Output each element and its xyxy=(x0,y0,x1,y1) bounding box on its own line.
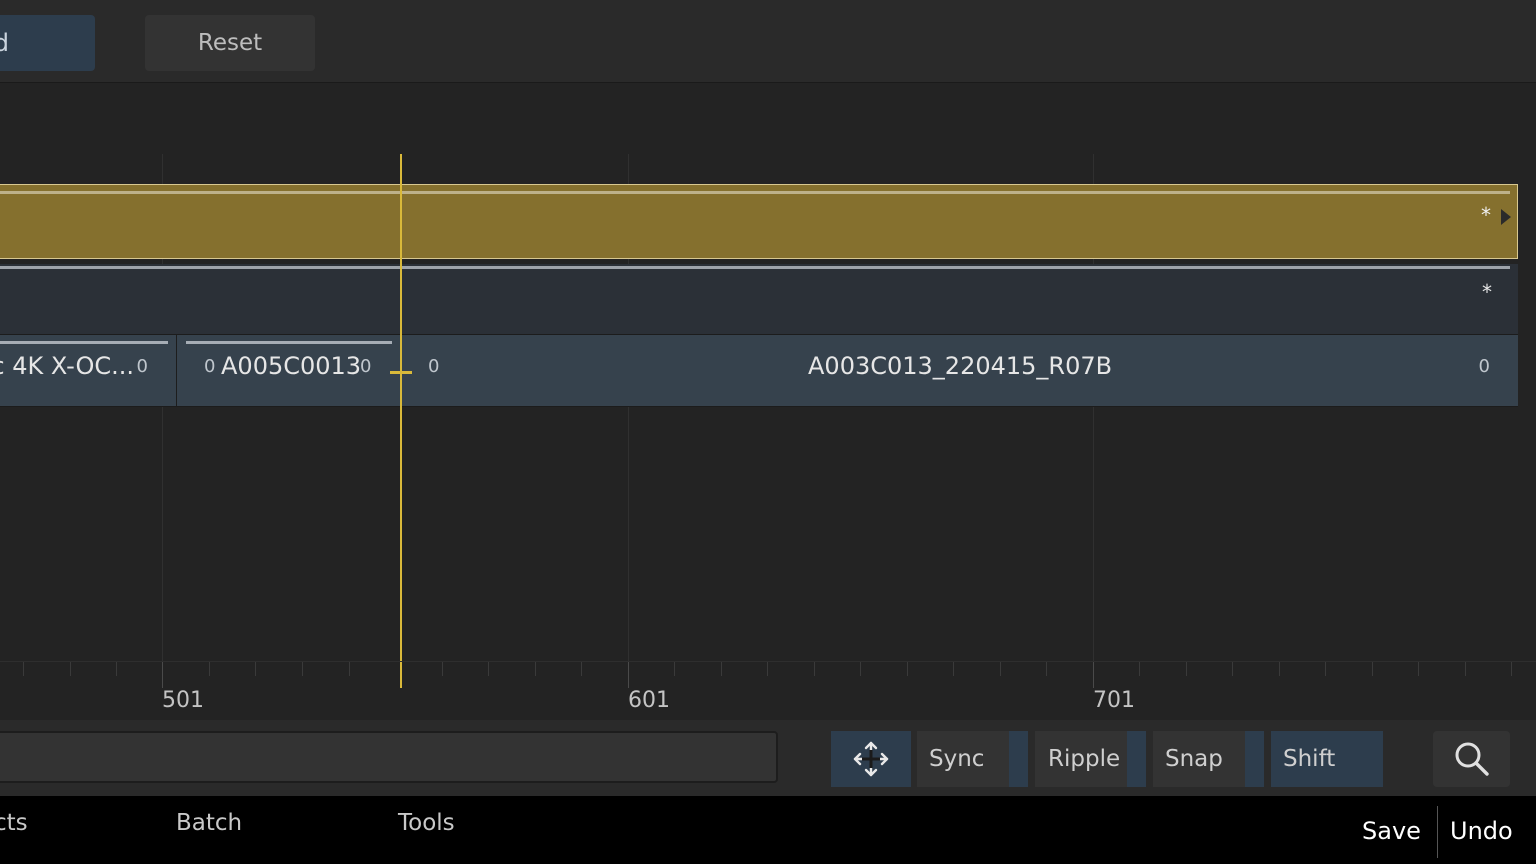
ruler-tick xyxy=(1372,662,1373,676)
ruler-tick xyxy=(1232,662,1233,676)
clip-in-value: 0 xyxy=(428,356,440,377)
timecode-ruler[interactable] xyxy=(0,661,1536,662)
clip-end-arrow-icon[interactable] xyxy=(1501,209,1511,225)
clip-top-line xyxy=(0,191,1510,194)
command-input[interactable] xyxy=(0,731,778,783)
clip-marker: * xyxy=(1481,203,1491,227)
audio-track: Sc 4K X-OC... 0 0 A005C0013 0 0 A003C013… xyxy=(0,334,1518,407)
ruler-tick xyxy=(70,662,71,676)
search-button[interactable] xyxy=(1433,731,1510,787)
ruler-tick xyxy=(349,662,350,676)
clip-top-line xyxy=(0,266,1510,269)
ruler-tick xyxy=(442,662,443,676)
ripple-button[interactable]: Ripple xyxy=(1035,731,1127,787)
ruler-label: 701 xyxy=(1093,688,1135,713)
ruler-tick xyxy=(721,662,722,676)
ruler-tick xyxy=(116,662,117,676)
ripple-toggle-indicator[interactable] xyxy=(1127,731,1146,787)
menu-item-tools[interactable]: Tools xyxy=(398,810,455,836)
ruler-tick xyxy=(767,662,768,676)
ruler-tick xyxy=(1325,662,1326,676)
ruler-tick xyxy=(1418,662,1419,676)
clip-out-value: 0 xyxy=(1478,356,1490,377)
sync-button[interactable]: Sync xyxy=(917,731,1009,787)
ruler-tick xyxy=(1139,662,1140,676)
ruler-tick xyxy=(1465,662,1466,676)
menu-item-effects[interactable]: cts xyxy=(0,810,28,836)
clip-in-value: 0 xyxy=(204,356,216,377)
audio-clip[interactable]: Sc 4K X-OC... 0 xyxy=(0,335,177,406)
shift-button[interactable]: Shift xyxy=(1271,731,1383,787)
ruler-tick xyxy=(1279,662,1280,676)
ruler-tick xyxy=(814,662,815,676)
ruler-tick xyxy=(255,662,256,676)
ruler-tick xyxy=(23,662,24,676)
ruler-tick xyxy=(907,662,908,676)
playhead[interactable] xyxy=(400,154,402,688)
audio-clip[interactable]: 0 A005C0013 0 xyxy=(177,335,401,406)
clip-name: Sc 4K X-OC... xyxy=(0,352,134,380)
ruler-tick xyxy=(488,662,489,676)
ruler-label: 501 xyxy=(162,688,204,713)
snap-button[interactable]: Snap xyxy=(1153,731,1245,787)
ruler-tick xyxy=(1093,662,1094,688)
playhead-marker xyxy=(390,371,412,374)
record-button[interactable]: Record xyxy=(0,15,95,71)
video-track-clip-v1[interactable]: * xyxy=(0,264,1518,334)
ruler-tick xyxy=(953,662,954,676)
snap-toggle-indicator[interactable] xyxy=(1245,731,1264,787)
ruler-tick xyxy=(860,662,861,676)
clip-out-value: 0 xyxy=(136,356,148,377)
video-track-clip-v2[interactable]: * xyxy=(0,184,1518,259)
move-icon xyxy=(853,741,889,777)
ruler-tick xyxy=(674,662,675,676)
ruler-tick xyxy=(209,662,210,676)
ruler-tick xyxy=(581,662,582,676)
sync-toggle-indicator[interactable] xyxy=(1009,731,1028,787)
menu-item-batch[interactable]: Batch xyxy=(176,810,242,836)
ruler-tick xyxy=(1511,662,1512,676)
ruler-tick xyxy=(302,662,303,676)
search-icon xyxy=(1455,742,1489,776)
clip-name: A003C013_220415_R07B xyxy=(808,352,1113,380)
ruler-tick xyxy=(162,662,163,688)
ruler-tick xyxy=(628,662,629,688)
ruler-tick xyxy=(1046,662,1047,676)
menu-divider xyxy=(1437,806,1438,858)
move-tool-button[interactable] xyxy=(831,731,911,787)
clip-name: A005C0013 xyxy=(221,352,362,380)
clip-marker: * xyxy=(1482,280,1492,304)
reset-button[interactable]: Reset xyxy=(145,15,315,71)
clip-out-value: 0 xyxy=(360,356,372,377)
ruler-label: 601 xyxy=(628,688,670,713)
undo-button[interactable]: Undo xyxy=(1450,817,1513,845)
ruler-tick xyxy=(1186,662,1187,676)
audio-clip[interactable]: 0 A003C013_220415_R07B 0 xyxy=(401,335,1518,406)
ruler-tick xyxy=(535,662,536,676)
ruler-tick xyxy=(1000,662,1001,676)
save-button[interactable]: Save xyxy=(1362,817,1421,845)
